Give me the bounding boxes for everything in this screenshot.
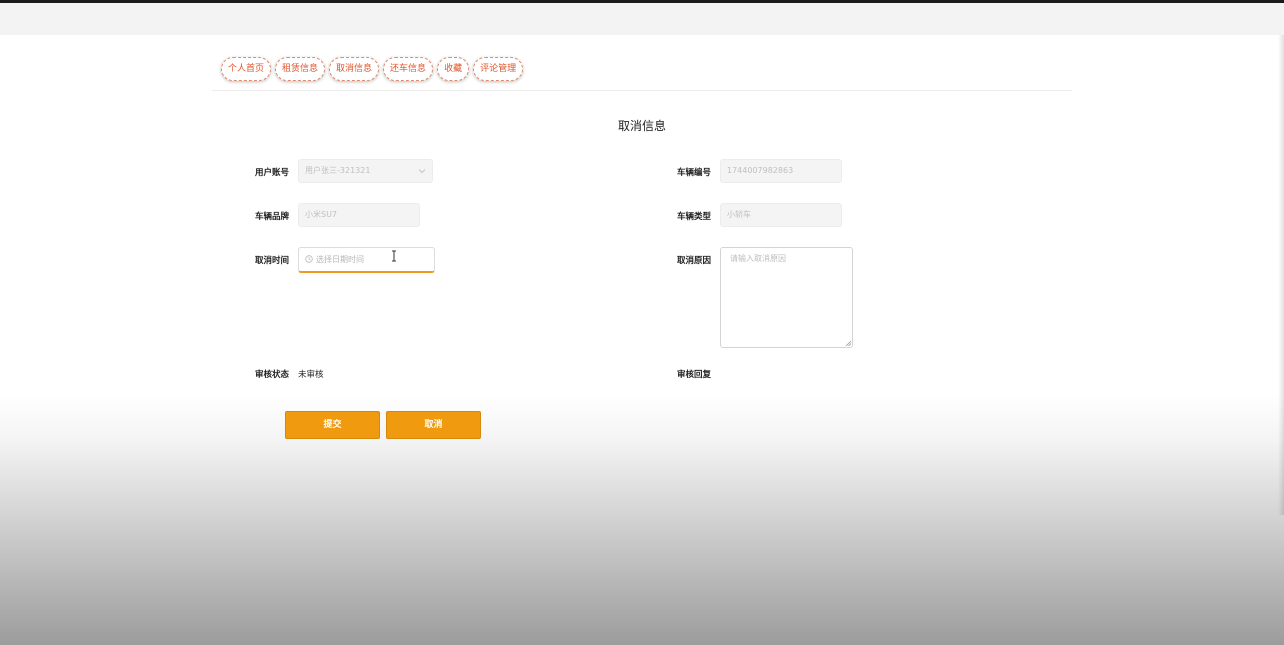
- tab-favorites[interactable]: 收藏: [437, 57, 470, 81]
- review-reply-label: 审核回复: [677, 370, 712, 380]
- vehicle-no-value: 1744007982863: [727, 166, 794, 175]
- cancel-time-label: 取消时间: [255, 256, 290, 266]
- user-account-select[interactable]: 用户张三-321321: [298, 159, 433, 183]
- vehicle-no-label: 车辆编号: [677, 168, 712, 178]
- clock-icon: [305, 255, 313, 263]
- vehicle-brand-value: 小米SU7: [305, 210, 338, 219]
- vehicle-no-field: 1744007982863: [720, 159, 842, 183]
- vehicle-brand-label: 车辆品牌: [255, 212, 290, 222]
- tab-personal-home[interactable]: 个人首页: [221, 57, 272, 81]
- cancel-reason-textarea[interactable]: 请输入取消原因: [720, 247, 853, 348]
- tab-rental-info[interactable]: 租赁信息: [275, 57, 326, 81]
- tab-cancel-info[interactable]: 取消信息: [329, 57, 380, 81]
- user-account-label: 用户账号: [255, 168, 290, 178]
- tab-comment-management[interactable]: 评论管理: [473, 57, 524, 81]
- cancel-reason-label: 取消原因: [677, 256, 712, 266]
- review-status-value: 未审核: [298, 370, 324, 380]
- text-cursor-icon: [392, 250, 396, 262]
- submit-button[interactable]: 提交: [285, 411, 380, 439]
- review-status-label: 审核状态: [255, 370, 290, 380]
- user-center-tabs: 个人首页 租赁信息 取消信息 还车信息 收藏 评论管理: [221, 57, 524, 81]
- cancel-reason-placeholder: 请输入取消原因: [730, 254, 786, 263]
- resize-handle-icon[interactable]: [845, 340, 851, 346]
- page-title: 取消信息: [617, 119, 666, 133]
- top-header-bar: [0, 3, 1284, 35]
- chevron-down-icon: [418, 169, 426, 174]
- vehicle-brand-field: 小米SU7: [298, 203, 420, 227]
- tabs-divider: [212, 90, 1072, 91]
- tab-return-info[interactable]: 还车信息: [383, 57, 434, 81]
- cancel-time-picker[interactable]: 选择日期时间: [298, 247, 435, 273]
- user-account-value: 用户张三-321321: [305, 166, 371, 175]
- cancel-button[interactable]: 取消: [386, 411, 481, 439]
- vehicle-type-label: 车辆类型: [677, 212, 712, 222]
- right-scroll-shadow: [1278, 35, 1284, 515]
- vehicle-type-field: 小轿车: [720, 203, 842, 227]
- vehicle-type-value: 小轿车: [727, 210, 751, 219]
- cancel-time-placeholder: 选择日期时间: [316, 255, 364, 264]
